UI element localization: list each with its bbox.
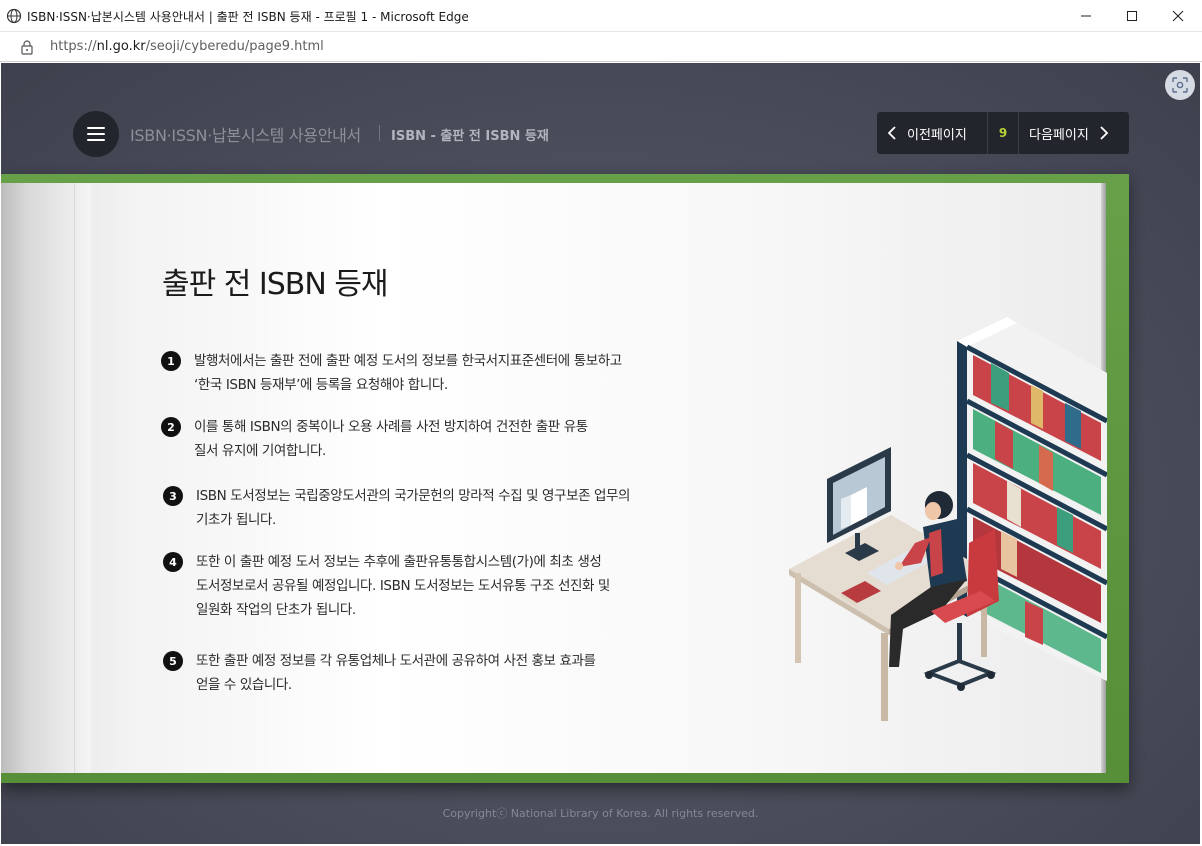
- next-page-label: 다음페이지: [1029, 127, 1089, 143]
- url-prefix: https://: [50, 39, 97, 54]
- address-bar[interactable]: https://nl.go.kr/seoji/cyberedu/page9.ht…: [0, 32, 1202, 62]
- item-number-badge: 2: [161, 417, 181, 437]
- url-text[interactable]: https://nl.go.kr/seoji/cyberedu/page9.ht…: [50, 39, 324, 54]
- item-number-badge: 4: [163, 552, 183, 572]
- hamburger-icon: [87, 127, 105, 129]
- item-text: 또한 출판 예정 정보를 각 유통업체나 도서관에 공유하여 사전 홍보 효과를…: [196, 653, 596, 693]
- prev-page-label: 이전페이지: [907, 127, 967, 143]
- browser-title-bar: ISBN·ISSN·납본시스템 사용안내서 | 출판 전 ISBN 등재 - 프…: [0, 0, 1202, 32]
- copyright-footer: Copyrightⓒ National Library of Korea. Al…: [442, 807, 759, 820]
- close-button[interactable]: [1155, 0, 1201, 32]
- screen-capture-icon: [1172, 77, 1188, 93]
- close-icon: [1172, 10, 1184, 22]
- item-text: 발행처에서는 출판 전에 출판 예정 도서의 정보를 한국서지표준센터에 통보하…: [194, 353, 622, 393]
- url-path: /seoji/cyberedu/page9.html: [145, 39, 324, 54]
- item-number-badge: 1: [161, 351, 181, 371]
- library-desk-illustration: [789, 317, 1107, 721]
- globe-icon: [6, 8, 22, 24]
- chevron-left-icon: [887, 126, 896, 140]
- item-text: 또한 이 출판 예정 도서 정보는 추후에 출판유통통합시스템(가)에 최초 생…: [196, 554, 610, 618]
- title-divider: [379, 125, 380, 141]
- item-text: 이를 통해 ISBN의 중복이나 오용 사례를 사전 방지하여 건전한 출판 유…: [194, 419, 588, 459]
- page-subtitle: ISBN - 출판 전 ISBN 등재: [391, 129, 549, 144]
- item-number-badge: 3: [163, 486, 183, 506]
- hamburger-icon-line: [87, 139, 105, 141]
- site-title[interactable]: ISBN·ISSN·납본시스템 사용안내서: [130, 122, 361, 146]
- url-host: nl.go.kr: [96, 39, 146, 54]
- hamburger-icon-line: [87, 133, 105, 135]
- next-page-button[interactable]: 다음페이지: [1019, 112, 1129, 154]
- minimize-button[interactable]: [1063, 0, 1109, 32]
- book-spine: [74, 183, 76, 773]
- screen-capture-button[interactable]: [1165, 70, 1195, 100]
- minimize-icon: [1081, 15, 1091, 17]
- content-title: 출판 전 ISBN 등재: [162, 267, 389, 302]
- prev-page-button[interactable]: 이전페이지: [877, 112, 987, 154]
- maximize-button[interactable]: [1109, 0, 1155, 32]
- lock-icon[interactable]: [20, 39, 34, 55]
- page-viewport: ISBN·ISSN·납본시스템 사용안내서 ISBN - 출판 전 ISBN 등…: [1, 63, 1200, 844]
- page-navigator: 이전페이지 9 다음페이지: [877, 112, 1129, 154]
- item-number-badge: 5: [163, 651, 183, 671]
- maximize-icon: [1127, 11, 1137, 21]
- chevron-right-icon: [1100, 126, 1109, 140]
- page-number: 9: [987, 112, 1019, 154]
- menu-button[interactable]: [73, 111, 119, 157]
- item-text: ISBN 도서정보는 국립중앙도서관의 국가문헌의 망라적 수집 및 영구보존 …: [196, 488, 631, 528]
- window-title: ISBN·ISSN·납본시스템 사용안내서 | 출판 전 ISBN 등재 - 프…: [27, 10, 469, 24]
